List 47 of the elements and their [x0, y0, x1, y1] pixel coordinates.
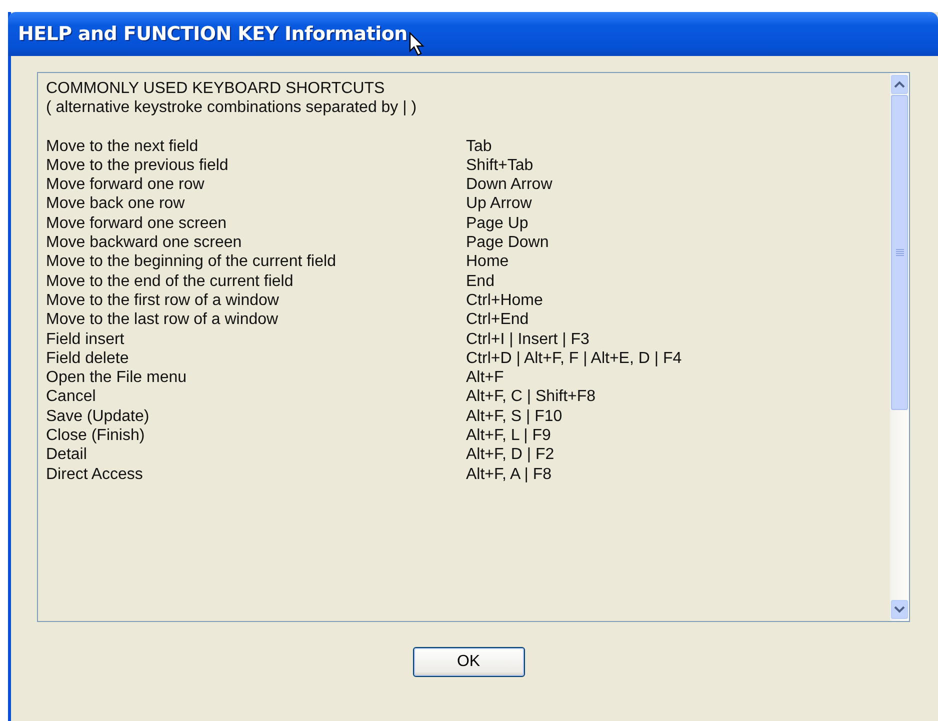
shortcut-keys: Ctrl+I | Insert | F3: [466, 330, 590, 349]
shortcut-keys: Ctrl+Home: [466, 290, 543, 310]
action-label: Move to the first row of a window: [46, 290, 280, 310]
action-label: Detail: [46, 445, 88, 465]
ok-button[interactable]: OK: [412, 647, 524, 677]
shortcut-keys: Tab: [466, 136, 492, 156]
up-chevron-icon: [894, 81, 905, 88]
action-label: Field delete: [46, 348, 130, 368]
action-label: Save (Update): [46, 406, 150, 426]
action-label: Move forward one row: [46, 175, 206, 194]
action-label: Move to the beginning of the current field: [46, 252, 337, 272]
shortcut-keys: Alt+F, L | F9: [466, 426, 551, 446]
action-label: Cancel: [46, 387, 97, 407]
shortcut-keys: Alt+F, C | Shift+F8: [466, 387, 596, 407]
scroll-down-button[interactable]: [891, 600, 908, 619]
shortcut-keys: Alt+F, D | F2: [466, 445, 554, 465]
grip-icon: [896, 249, 904, 256]
shortcut-keys: Page Up: [466, 214, 528, 234]
action-label: Move backward one screen: [46, 233, 243, 252]
scrollbar[interactable]: [890, 73, 909, 621]
shortcut-keys: Up Arrow: [466, 194, 532, 214]
scroll-up-button[interactable]: [891, 75, 908, 94]
action-label: Move to the previous field: [46, 156, 230, 176]
action-label: Move to the end of the current field: [46, 272, 294, 291]
shortcut-keys: Shift+Tab: [466, 156, 534, 176]
shortcut-keys: Home: [466, 252, 509, 272]
shortcut-keys: Alt+F, S | F10: [466, 406, 562, 426]
shortcut-keys: Down Arrow: [466, 175, 552, 194]
shortcut-keys: Ctrl+End: [466, 310, 529, 330]
help-note: ( alternative keystroke combinations separated by | ): [46, 98, 417, 118]
down-chevron-icon: [894, 606, 905, 613]
shortcut-keys: End: [466, 272, 494, 291]
action-label: Move to the last row of a window: [46, 310, 280, 330]
shortcut-keys: Ctrl+D | Alt+F, F | Alt+E, D | F4: [466, 348, 682, 368]
action-label: Field insert: [46, 330, 126, 349]
shortcut-keys: Alt+F: [466, 368, 504, 388]
shortcut-keys: Alt+F, A | F8: [466, 464, 552, 484]
action-label: Move forward one screen: [46, 214, 228, 234]
scroll-thumb[interactable]: [891, 95, 908, 410]
action-label: Close (Finish): [46, 426, 146, 446]
action-label: Move back one row: [46, 194, 186, 214]
help-heading: COMMONLY USED KEYBOARD SHORTCUTS: [46, 79, 385, 98]
action-label: Open the File menu: [46, 368, 188, 388]
action-label: Move to the next field: [46, 136, 200, 156]
action-label: Direct Access: [46, 464, 144, 484]
shortcut-keys: Page Down: [466, 233, 549, 252]
window-title: HELP and FUNCTION KEY Information: [18, 22, 408, 47]
